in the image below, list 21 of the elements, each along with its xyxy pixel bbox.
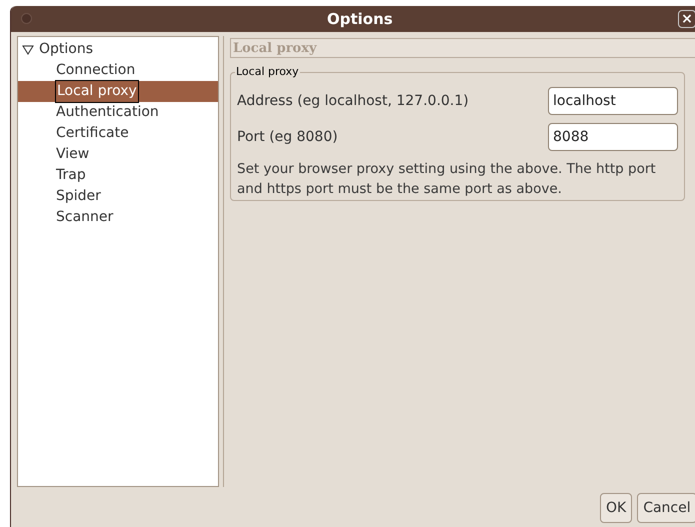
- panel-header: Local proxy: [230, 38, 695, 58]
- dialog-button[interactable]: OK: [600, 493, 632, 523]
- expanded-triangle-icon[interactable]: [22, 44, 34, 54]
- dialog-button[interactable]: Cancel: [637, 493, 695, 523]
- help-text: Set your browser proxy setting using the above. The http port and https port must be the same port as above.: [237, 160, 657, 199]
- tree-item[interactable]: Spider: [55, 186, 102, 207]
- field-label: Port (eg 8080): [237, 128, 338, 146]
- window-title: Options: [327, 8, 393, 30]
- group-title: Local proxy: [235, 64, 300, 80]
- tree-item[interactable]: Connection: [55, 60, 136, 81]
- tree-item[interactable]: Authentication: [55, 102, 160, 123]
- field-label: Address (eg localhost, 127.0.0.1): [237, 92, 469, 110]
- close-button[interactable]: ×: [678, 10, 695, 28]
- tree-item[interactable]: Local proxy: [55, 80, 139, 103]
- text-field[interactable]: 8088: [548, 123, 678, 151]
- tree-item[interactable]: Certificate: [55, 123, 130, 144]
- tree-item[interactable]: Trap: [55, 165, 87, 186]
- text-field[interactable]: localhost: [548, 87, 678, 115]
- tree-item[interactable]: View: [55, 144, 90, 165]
- tree-item[interactable]: Scanner: [55, 207, 114, 228]
- tree-item[interactable]: Options: [39, 39, 94, 60]
